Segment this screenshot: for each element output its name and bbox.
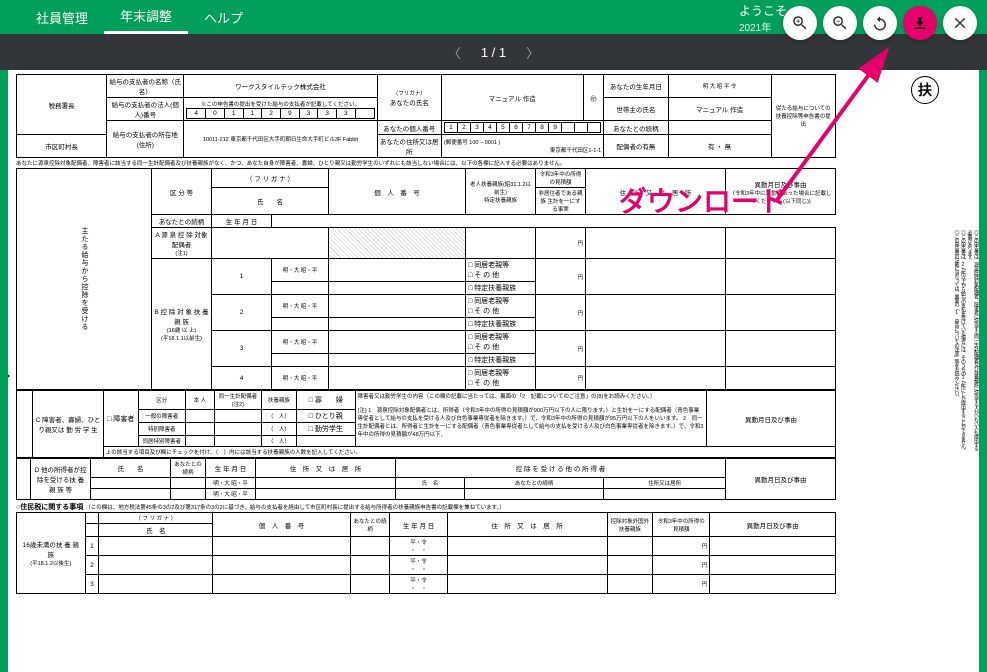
- city-cell: 市区町村長: [17, 135, 107, 158]
- header-table: 税務署長 給与の支払者の名称（氏名） ワークスタイルテック株式会社 （フリガナ）…: [16, 74, 836, 158]
- payer-addr-label: 給与の支払者の所在地(住所): [107, 121, 184, 158]
- section-d-table: D 他の所得者が控除を受ける扶 養 親 族 等 氏 名 あなたとの続柄 生 年 …: [16, 458, 836, 500]
- tax-office-cell: 税務署長: [17, 75, 107, 135]
- nav-employee[interactable]: 社員管理: [20, 2, 104, 33]
- download-button[interactable]: [903, 6, 937, 40]
- section-c-table: C 障害者、寡婦、ひとり親又は 勤 労 学 生 □ 障害者 区分 本 人 同一生…: [16, 390, 836, 458]
- relation-value: [668, 121, 771, 135]
- close-icon: [951, 14, 969, 32]
- callout-arrow-icon: [767, 40, 907, 210]
- welcome-text: ようこそ 2021年: [739, 2, 787, 34]
- toolbar-icons: [783, 6, 977, 40]
- spouse-label: 配偶者の有無: [604, 135, 668, 158]
- seal-placeholder: ㊞: [583, 75, 604, 121]
- juminzei-header: ○住民税に関する事項 （この欄は、地方税法第45条の3の2及び第317条の3の2…: [16, 502, 836, 512]
- your-num-label: あなたの個人番号: [377, 121, 441, 135]
- side-notes: ◎この申告書の記載に当たっては、裏面の「1 申告についての注意」等をお読みくださ…: [953, 230, 973, 610]
- your-name: マニュアル 作造: [441, 75, 583, 121]
- margin-marker-icon: [8, 370, 10, 382]
- col-relation: あなたとの続柄: [152, 215, 212, 228]
- rotate-icon: [871, 14, 889, 32]
- col-kubun: 区 分 等: [152, 169, 212, 215]
- col-name: 氏 名: [212, 188, 329, 215]
- your-name-label: （フリガナ） あなたの氏名: [377, 75, 441, 121]
- birth-value: 明 大 昭 平 令: [668, 75, 771, 98]
- col-birth: 生 年 月 日: [212, 215, 272, 228]
- left-spine: 主たる給与から控除を受ける: [17, 169, 152, 390]
- zoom-in-icon: [791, 14, 809, 32]
- nav-help[interactable]: ヘルプ: [188, 2, 259, 33]
- close-button[interactable]: [943, 6, 977, 40]
- col-furigana: （ フ リ ガ ナ ）: [212, 169, 329, 188]
- payer-name-label: 給与の支払者の名称（氏名）: [107, 75, 184, 98]
- col-kojin: 個 人 番 号: [329, 169, 466, 215]
- head-name: マニュアル 作造: [668, 98, 771, 121]
- your-num: 123456789: [441, 121, 603, 135]
- section-d-label: D 他の所得者が控除を受ける扶 養 親 族 等: [31, 459, 91, 500]
- prev-page-button[interactable]: 〈: [448, 43, 461, 62]
- col-income: 令和3年中の所得の見積額: [536, 169, 586, 188]
- next-page-button[interactable]: 〉: [526, 43, 539, 62]
- your-addr-label: あなたの住所又は居所: [377, 135, 441, 158]
- payer-addr: 10011-212 東京都千代田区大手町朝日生命大手町ビル3F Fabbit: [184, 121, 377, 158]
- col-rouzin: 老人扶養親族(昭31.1.2以前生) 特定扶養親族: [466, 169, 536, 215]
- zoom-in-button[interactable]: [783, 6, 817, 40]
- section-c-label: C 障害者、寡婦、ひとり親又は 勤 労 学 生: [33, 391, 103, 458]
- page-indicator: 1 / 1: [481, 45, 506, 60]
- stamp-fu: 扶: [911, 76, 939, 104]
- payer-name: ワークスタイルテック株式会社: [184, 75, 377, 98]
- download-icon: [911, 14, 929, 32]
- col-idou-c: 異動月日及び事由: [707, 391, 836, 447]
- rotate-button[interactable]: [863, 6, 897, 40]
- juminzei-table: 16歳未満の扶 養 親 族 (平18.1.2以後生) （ フ リ ガ ナ ） 個…: [16, 512, 836, 594]
- birth-label: あなたの生年月日: [604, 75, 668, 98]
- zoom-out-button[interactable]: [823, 6, 857, 40]
- section-b-label: B 控 除 対 象 扶 養 親 族 (16歳 以 上) (平18.1.1以前生): [152, 259, 212, 390]
- section-a-label: A 源 泉 控 除 対象配偶者 (注1): [152, 228, 212, 259]
- relation-label: あなたとの続柄: [604, 121, 668, 135]
- payer-num: ※この申告書の提出を受けた給与の支払者が記載してください。 401129333: [184, 98, 377, 121]
- your-addr: (郵便番号 100 − 0001 ) 東京都千代田区1-1-1: [441, 135, 603, 158]
- head-name-label: 世帯主の氏名: [604, 98, 668, 121]
- nav-yearend[interactable]: 年末調整: [104, 0, 188, 34]
- download-callout: ダウンロード: [619, 180, 787, 220]
- col-hijikyo: 非居住者である親族 生計を一にする事実: [536, 188, 586, 215]
- zoom-out-icon: [831, 14, 849, 32]
- notice-line: あなたに源泉控除対象配偶者、障害者に該当する同一生計配偶者及び扶養親族がなく、か…: [16, 159, 836, 167]
- payer-num-label: 給与の支払者の法人(個人)番号: [107, 98, 184, 121]
- spouse-value: 有 ・ 無: [668, 135, 771, 158]
